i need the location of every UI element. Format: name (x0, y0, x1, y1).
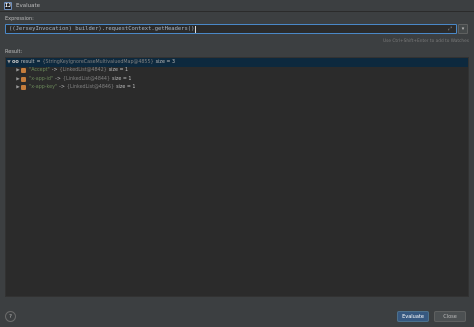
close-button[interactable]: Close (434, 311, 466, 322)
tree-row-entry[interactable]: ▶ "x-app-id" -> {LinkedList@4844} size =… (6, 75, 468, 84)
entry-key: "x-app-id" (29, 76, 54, 82)
field-icon (21, 68, 26, 74)
result-type: {StringKeyIgnoreCaseMultivaluedMap@4855} (42, 59, 154, 65)
expression-label: Expression: (5, 16, 34, 22)
result-tree[interactable]: ▼ oo result = {StringKeyIgnoreCaseMultiv… (5, 57, 469, 297)
entry-key: "Accept" (29, 68, 50, 74)
expression-input[interactable]: ((JerseyInvocation) builder).requestCont… (5, 24, 457, 34)
help-icon: ? (9, 313, 12, 320)
expression-row: ((JerseyInvocation) builder).requestCont… (5, 24, 468, 34)
entry-key: "x-app-key" (29, 85, 58, 91)
window-title: Evaluate (16, 2, 41, 9)
result-size: size = 3 (155, 59, 176, 65)
entry-size: size = 1 (108, 68, 129, 74)
result-equals: = (36, 59, 41, 65)
help-button[interactable]: ? (5, 311, 16, 322)
field-icon (21, 76, 26, 82)
title-bar: IJ Evaluate (0, 0, 474, 12)
result-label: Result: (5, 49, 23, 55)
entry-size: size = 1 (112, 76, 132, 82)
chevron-down-icon: ▾ (461, 26, 465, 32)
watch-result-icon: oo (12, 59, 19, 66)
text-caret (195, 25, 197, 33)
expression-text: ((JerseyInvocation) builder).requestCont… (9, 26, 195, 32)
entry-arrow: -> (55, 76, 61, 82)
field-icon (21, 85, 26, 91)
entry-type: {LinkedList@4842} (59, 68, 107, 74)
app-icon: IJ (4, 1, 12, 10)
entry-size: size = 1 (116, 85, 136, 91)
watches-hint: Use Ctrl+Shift+Enter to add to Watches (383, 39, 469, 44)
history-dropdown-button[interactable]: ▾ (458, 24, 468, 34)
tree-row-result[interactable]: ▼ oo result = {StringKeyIgnoreCaseMultiv… (6, 58, 468, 67)
evaluate-button[interactable]: Evaluate (397, 311, 429, 322)
result-name: result (20, 59, 35, 65)
expand-icon[interactable]: ⤢ (448, 26, 452, 32)
entry-arrow: -> (59, 85, 65, 91)
entry-arrow: -> (51, 68, 58, 74)
tree-row-entry[interactable]: ▶ "Accept" -> {LinkedList@4842} size = 1 (6, 67, 468, 76)
tree-row-entry[interactable]: ▶ "x-app-key" -> {LinkedList@4846} size … (6, 84, 468, 93)
entry-type: {LinkedList@4844} (62, 76, 111, 82)
entry-type: {LinkedList@4846} (66, 85, 115, 91)
